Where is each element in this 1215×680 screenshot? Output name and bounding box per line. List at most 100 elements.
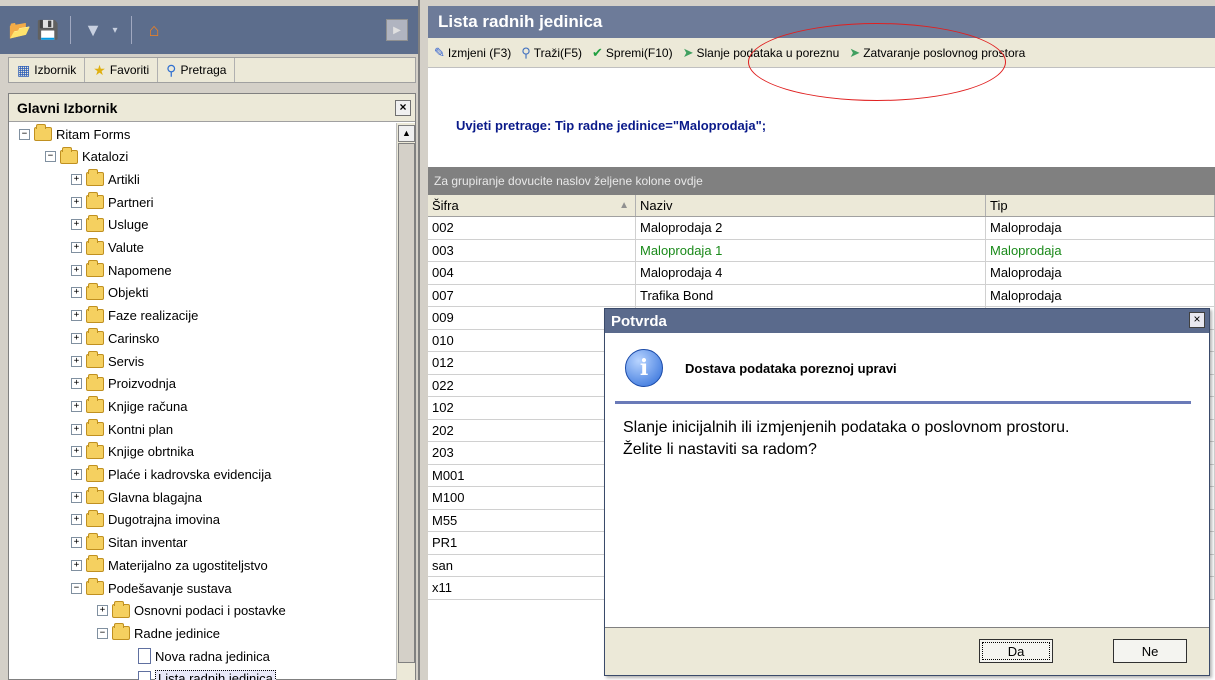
tree-item[interactable]: + Plaće i kadrovska evidencija: [71, 464, 271, 486]
tree-item[interactable]: + Objekti: [71, 282, 148, 304]
scroll-thumb[interactable]: [398, 143, 415, 663]
cell-tip: Maloprodaja: [986, 262, 1215, 284]
close-premises-button[interactable]: ➤ Zatvaranje poslovnog prostora: [849, 45, 1025, 61]
cell-naziv: Trafika Bond: [636, 284, 986, 306]
tree-item[interactable]: + Kontni plan: [71, 418, 173, 440]
tree-item[interactable]: + Valute: [71, 237, 144, 259]
tree-scrollbar[interactable]: ▲: [396, 123, 415, 680]
folder-icon: [86, 305, 104, 323]
no-button[interactable]: Ne: [1113, 639, 1187, 663]
table-row[interactable]: 002 Maloprodaja 2 Maloprodaja: [428, 217, 1215, 240]
search-icon: ⚲: [166, 61, 177, 78]
tree-item-label: Nova radna jedinica: [155, 648, 270, 664]
edit-button[interactable]: ✎ Izmjeni (F3): [434, 45, 511, 61]
column-label: Šifra: [432, 198, 459, 213]
table-row[interactable]: 003 Maloprodaja 1 Maloprodaja: [428, 239, 1215, 262]
tree-item[interactable]: Nova radna jedinica: [123, 645, 270, 667]
expand-icon[interactable]: +: [71, 287, 82, 299]
expand-icon[interactable]: +: [71, 446, 82, 458]
cell-naziv: Maloprodaja 1: [636, 239, 986, 261]
tree-item[interactable]: + Osnovni podaci i postavke: [97, 600, 286, 622]
collapse-icon[interactable]: −: [45, 151, 56, 163]
menu-tree: − Ritam Forms − Katalozi + Artikli + Partneri + U…: [9, 123, 397, 680]
expand-icon[interactable]: +: [71, 559, 82, 571]
tab-izbornik[interactable]: ▦ Izbornik: [9, 58, 86, 82]
search-button[interactable]: ⚲ Traži(F5): [521, 45, 582, 61]
tree-item[interactable]: Lista radnih jedinica: [123, 668, 276, 680]
tree-item[interactable]: − Katalozi: [45, 146, 128, 168]
expand-icon[interactable]: +: [71, 173, 82, 185]
tab-label: Favoriti: [109, 63, 150, 77]
tree-item[interactable]: + Sitan inventar: [71, 532, 188, 554]
expand-icon[interactable]: +: [71, 219, 82, 231]
collapse-icon[interactable]: −: [71, 582, 82, 594]
close-icon[interactable]: ×: [395, 100, 411, 116]
open-folder-icon[interactable]: 📂: [8, 18, 32, 42]
tree-item[interactable]: + Materijalno za ugostiteljstvo: [71, 554, 268, 576]
expand-icon[interactable]: +: [97, 605, 108, 617]
tree-item[interactable]: + Knjige obrtnika: [71, 441, 194, 463]
folder-icon: [86, 282, 104, 300]
expand-icon[interactable]: +: [71, 196, 82, 208]
expand-icon[interactable]: +: [71, 423, 82, 435]
tree-item[interactable]: + Servis: [71, 350, 144, 372]
tree-item-label: Lista radnih jedinica: [155, 670, 276, 680]
tree-item[interactable]: + Partneri: [71, 191, 154, 213]
expand-icon[interactable]: +: [71, 400, 82, 412]
tree-item-label: Artikli: [108, 171, 140, 187]
expand-icon[interactable]: +: [71, 355, 82, 367]
yes-button[interactable]: Da: [979, 639, 1053, 663]
expand-icon[interactable]: +: [71, 469, 82, 480]
expand-icon[interactable]: +: [71, 378, 82, 390]
home-icon[interactable]: ⌂: [142, 18, 166, 42]
tree-item[interactable]: + Carinsko: [71, 327, 159, 349]
save-icon[interactable]: 💾: [36, 18, 60, 42]
expand-icon[interactable]: +: [71, 264, 82, 276]
expand-icon[interactable]: +: [71, 310, 82, 322]
tree-item[interactable]: + Artikli: [71, 168, 140, 190]
collapse-icon[interactable]: −: [97, 627, 108, 639]
tree-item[interactable]: + Napomene: [71, 259, 172, 281]
column-header-tip[interactable]: Tip: [986, 195, 1215, 216]
dialog-message-line: Slanje inicijalnih ili izmjenjenih podat…: [623, 419, 1070, 436]
menu-title: Glavni Izbornik: [17, 99, 118, 116]
close-icon[interactable]: ×: [1189, 312, 1205, 328]
tree-item[interactable]: + Dugotrajna imovina: [71, 509, 220, 531]
tree-item-label: Katalozi: [82, 149, 129, 165]
tree-item[interactable]: − Radne jedinice: [97, 622, 220, 644]
tab-favoriti[interactable]: ★ Favoriti: [85, 58, 159, 82]
column-header-naziv[interactable]: Naziv: [636, 195, 986, 216]
play-icon[interactable]: ▶: [386, 19, 408, 41]
tree-item[interactable]: + Usluge: [71, 214, 148, 236]
expand-icon[interactable]: +: [71, 491, 82, 503]
table-row[interactable]: 007 Trafika Bond Maloprodaja: [428, 284, 1215, 307]
column-header-sifra[interactable]: Šifra ▲: [428, 195, 636, 216]
save-label: Spremi(F10): [605, 45, 673, 60]
tree-item[interactable]: + Glavna blagajna: [71, 486, 202, 508]
folder-icon: [86, 328, 104, 346]
tree-item[interactable]: + Knjige računa: [71, 395, 188, 417]
filter-icon[interactable]: ▼: [81, 18, 105, 42]
tree-item[interactable]: − Podešavanje sustava: [71, 577, 232, 599]
folder-icon: [86, 441, 104, 459]
expand-icon[interactable]: +: [71, 514, 82, 526]
scroll-up-icon[interactable]: ▲: [398, 125, 415, 142]
tab-pretraga[interactable]: ⚲ Pretraga: [158, 58, 236, 82]
folder-icon: [86, 260, 104, 278]
save-button[interactable]: ✔ Spremi(F10): [592, 45, 673, 61]
window-title: Lista radnih jedinica: [428, 6, 1215, 38]
expand-icon[interactable]: +: [71, 242, 82, 253]
tree-item[interactable]: − Ritam Forms: [19, 123, 130, 145]
tree-item-label: Sitan inventar: [108, 535, 188, 551]
expand-icon[interactable]: +: [71, 537, 82, 549]
send-to-tax-button[interactable]: ➤ Slanje podataka u poreznu: [683, 45, 840, 61]
expand-icon[interactable]: +: [71, 332, 82, 344]
table-row[interactable]: 004 Maloprodaja 4 Maloprodaja: [428, 262, 1215, 285]
cell-sifra: 007: [428, 284, 636, 306]
collapse-icon[interactable]: −: [19, 128, 30, 140]
dropdown-icon[interactable]: ▾: [109, 18, 121, 42]
tree-item[interactable]: + Proizvodnja: [71, 373, 176, 395]
tree-item[interactable]: + Faze realizacije: [71, 305, 198, 327]
group-by-area[interactable]: Za grupiranje dovucite naslov željene ko…: [428, 167, 1215, 195]
app-window: 📂 💾 ▼ ▾ ⌂ ▶ ▦ Izbornik ★ Favoriti ⚲ Pret…: [0, 0, 1215, 680]
